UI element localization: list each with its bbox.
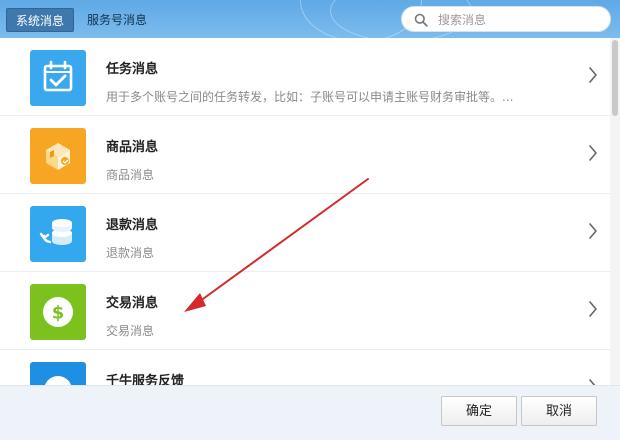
list-item-refund-messages[interactable]: 退款消息 退款消息	[0, 194, 610, 272]
confirm-button[interactable]: 确定	[441, 396, 517, 426]
list-item-feedback[interactable]: 千牛服务反馈	[0, 350, 610, 385]
cancel-button[interactable]: 取消	[521, 396, 597, 426]
item-description: 交易消息	[106, 324, 155, 338]
list-item-task-messages[interactable]: 任务消息 用于多个账号之间的任务转发，比如：子账号可以申请主账号财务审批等。..…	[0, 38, 610, 116]
chevron-right-icon	[589, 301, 597, 317]
scrollbar[interactable]	[610, 38, 620, 385]
item-title: 交易消息	[106, 296, 159, 311]
header-bar: 系统消息 服务号消息	[0, 0, 620, 38]
svg-text:$: $	[52, 303, 65, 324]
search-input[interactable]	[436, 10, 605, 30]
item-description: 退款消息	[106, 246, 155, 260]
item-description: 用于多个账号之间的任务转发，比如：子账号可以申请主账号财务审批等。...	[106, 90, 514, 104]
tab-service-messages[interactable]: 服务号消息	[80, 8, 154, 32]
calendar-check-icon	[30, 50, 86, 106]
message-list: 任务消息 用于多个账号之间的任务转发，比如：子账号可以申请主账号财务审批等。..…	[0, 38, 610, 385]
chevron-right-icon	[589, 67, 597, 83]
refund-coins-icon	[30, 206, 86, 262]
item-title: 任务消息	[106, 62, 159, 77]
search-icon	[414, 13, 428, 27]
box-icon	[30, 128, 86, 184]
list-item-transaction-messages[interactable]: $ 交易消息 交易消息	[0, 272, 610, 350]
search-box[interactable]	[401, 6, 611, 32]
dollar-icon: $	[30, 284, 86, 340]
item-title: 退款消息	[106, 218, 159, 233]
message-window: 系统消息 服务号消息 任务消息 用于多个账号之间的任务转发	[0, 0, 620, 440]
scrollbar-thumb[interactable]	[612, 40, 618, 116]
footer-bar: 确定 取消	[0, 385, 620, 440]
chevron-right-icon	[589, 223, 597, 239]
chevron-right-icon	[589, 145, 597, 161]
item-title: 千牛服务反馈	[106, 374, 185, 385]
tab-system-messages[interactable]: 系统消息	[6, 8, 74, 32]
item-description: 商品消息	[106, 168, 155, 182]
list-item-product-messages[interactable]: 商品消息 商品消息	[0, 116, 610, 194]
chevron-right-icon	[589, 379, 596, 385]
feedback-icon	[30, 362, 86, 385]
item-title: 商品消息	[106, 140, 159, 155]
